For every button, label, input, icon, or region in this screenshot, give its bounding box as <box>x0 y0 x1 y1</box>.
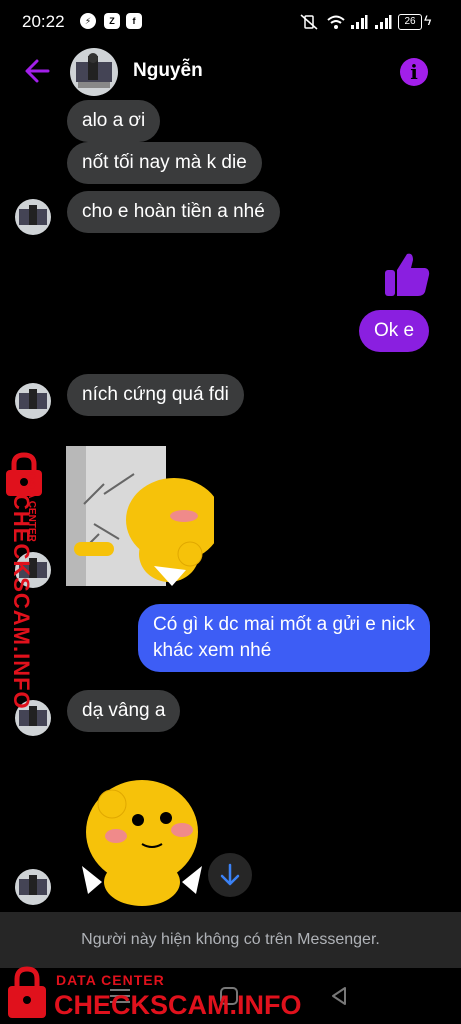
status-bar: 20:22 ⚡ Z f 26 ϟ <box>0 0 461 44</box>
battery-icon: 26 <box>398 14 422 30</box>
avatar-image-icon <box>76 53 112 88</box>
message-bubble-outgoing[interactable]: Ok e <box>359 310 430 352</box>
back-nav-icon[interactable] <box>328 985 350 1007</box>
sticker-duck-wall-icon[interactable] <box>64 444 214 590</box>
arrow-down-icon <box>220 863 240 886</box>
facebook-notification-icon: f <box>126 13 142 29</box>
unavailable-notice: Người này hiện không có trên Messenger. <box>0 912 461 968</box>
signal-1-icon <box>351 15 368 29</box>
message-bubble[interactable]: cho e hoàn tiền a nhé <box>67 191 280 233</box>
info-button[interactable]: i <box>400 58 428 86</box>
avatar <box>15 869 51 905</box>
info-icon: i <box>410 60 418 84</box>
message-bubble[interactable]: nốt tối nay mà k die <box>67 142 262 184</box>
message-bubble[interactable]: dạ vâng a <box>67 690 181 732</box>
messenger-notification-icon: ⚡ <box>80 13 96 29</box>
wifi-icon <box>327 15 345 29</box>
avatar-image-icon <box>19 389 47 409</box>
watermark-large: CHECKSCAM.INFO <box>54 990 302 1020</box>
thumbs-up-icon[interactable] <box>383 250 431 298</box>
avatar <box>15 383 51 419</box>
avatar-image-icon <box>19 875 47 895</box>
watermark-side-small-wrap: DATA CENTER <box>26 472 42 582</box>
avatar <box>15 199 51 235</box>
message-bubble[interactable]: ních cứng quá fdi <box>67 374 244 416</box>
scroll-to-bottom-button[interactable] <box>208 853 252 897</box>
charging-icon: ϟ <box>424 12 432 28</box>
watermark-side-small: DATA CENTER <box>26 472 37 542</box>
avatar-image-icon <box>19 205 47 225</box>
zalo-notification-icon: Z <box>104 13 120 29</box>
watermark-small: DATA CENTER <box>56 972 165 988</box>
mute-vibrate-icon <box>300 14 318 30</box>
message-bubble-outgoing[interactable]: Có gì k dc mai mốt a gửi e nick khác xem… <box>138 604 430 672</box>
message-bubble[interactable]: alo a ơi <box>67 100 161 142</box>
contact-name[interactable]: Nguyễn <box>133 60 203 82</box>
sticker-duck-shy-icon[interactable] <box>76 770 208 906</box>
status-time: 20:22 <box>22 12 65 31</box>
watermark-lock-icon <box>8 966 46 1018</box>
back-arrow-icon[interactable] <box>22 56 52 86</box>
contact-avatar[interactable] <box>70 48 118 96</box>
signal-2-icon <box>375 15 392 29</box>
